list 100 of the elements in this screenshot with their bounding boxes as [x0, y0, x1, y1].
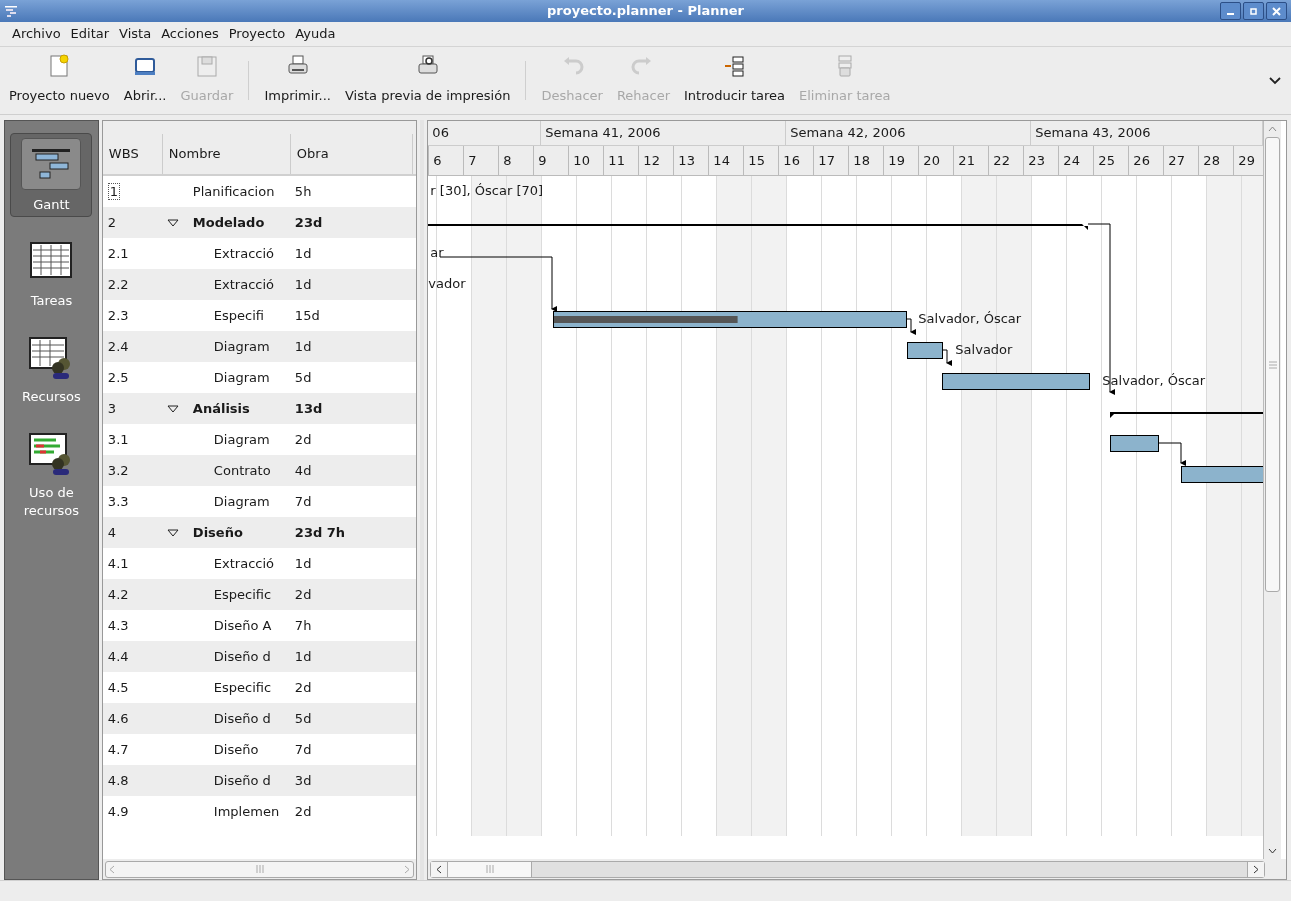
horizontal-scrollbar[interactable] [104, 860, 415, 878]
scroll-right-icon [404, 864, 411, 874]
wbs-cell: 2.5 [107, 369, 129, 385]
column-header[interactable]: Nombre [162, 134, 291, 174]
wbs-cell: 3 [107, 400, 117, 416]
task-name: Especific [213, 585, 272, 604]
expander-toggle[interactable] [166, 404, 179, 413]
day-header: 21 [954, 146, 990, 175]
window-title: proyecto.planner - Planner [547, 2, 744, 21]
menu-item[interactable]: Proyecto [224, 23, 290, 45]
work-cell-text: 13d [293, 399, 324, 418]
resource-label: Salvador [955, 341, 1013, 358]
menu-item[interactable]: Editar [66, 23, 114, 45]
day-header: 19 [884, 146, 920, 175]
wbs-cell: 4.6 [107, 710, 129, 726]
work-cell-text: 23d 7h [293, 523, 347, 542]
task-name: Especific [213, 678, 272, 697]
toolbar-button[interactable]: Imprimir... [257, 47, 338, 114]
menu-item[interactable]: Archivo [8, 23, 65, 45]
day-header: 25 [1094, 146, 1130, 175]
view-button[interactable]: Tareas [10, 231, 93, 313]
day-header: 17 [814, 146, 850, 175]
day-header: 26 [1129, 146, 1165, 175]
menu-item[interactable]: Acciones [157, 23, 223, 45]
wbs-cell: 2.4 [107, 338, 129, 354]
wbs-cell: 3.3 [107, 493, 129, 509]
week-header: Semana 42, 2006 [786, 121, 1032, 145]
scroll-grip-icon [1268, 360, 1277, 369]
resource-label: vador [428, 275, 466, 292]
task-name: Contrato [213, 461, 271, 480]
task-name: Extracció [213, 244, 275, 263]
work-cell-text: 1d [293, 337, 313, 356]
day-header: 12 [639, 146, 675, 175]
work-cell-text: 4d [293, 461, 313, 480]
work-cell-text: 5h [293, 182, 313, 201]
day-header: 6 [429, 146, 465, 175]
work-cell-text: 2d [293, 802, 313, 821]
task-name: Especifi [213, 306, 265, 325]
wbs-cell: 4 [107, 524, 117, 540]
work-cell-text: 5d [293, 709, 313, 728]
task-bar [1110, 435, 1160, 452]
task-name: Extracció [213, 275, 275, 294]
task-name: Diseño [213, 740, 259, 759]
maximize-button[interactable] [1243, 2, 1264, 20]
maximize-icon [1249, 6, 1258, 16]
work-cell-text: 1d [293, 554, 313, 573]
column-header[interactable]: Obra [290, 134, 413, 174]
menu-item[interactable]: Vista [115, 23, 156, 45]
day-header: 20 [919, 146, 955, 175]
vertical-scrollbar[interactable] [1263, 121, 1282, 859]
work-cell-text: 7d [293, 740, 313, 759]
wbs-cell: 2 [107, 214, 117, 230]
task-name: Diseño A [213, 616, 272, 635]
day-header: 24 [1059, 146, 1095, 175]
view-button[interactable]: Gantt [10, 133, 93, 217]
wbs-cell: 4.9 [107, 803, 129, 819]
task-name: Diseño d [213, 709, 271, 728]
task-name: Diagram [213, 368, 270, 387]
resource-label: Salvador, Óscar [918, 310, 1022, 327]
view-button[interactable]: Uso de recursos [10, 423, 93, 523]
task-bar [907, 342, 944, 359]
task-name: Implemen [213, 802, 280, 821]
day-header: 10 [569, 146, 605, 175]
minimize-button[interactable] [1220, 2, 1241, 20]
day-header: 16 [779, 146, 815, 175]
work-cell-text: 3d [293, 771, 313, 790]
expander-toggle[interactable] [166, 528, 179, 537]
wbs-cell: 1 [107, 182, 121, 200]
toolbar-button[interactable]: Introducir tarea [677, 47, 793, 114]
work-cell-text: 7d [293, 492, 313, 511]
task-name: Planificacion [192, 182, 275, 201]
work-cell-text: 15d [293, 306, 321, 325]
scroll-grip-icon [255, 865, 264, 873]
scroll-left-icon [436, 864, 443, 874]
task-name: Diseño d [213, 771, 271, 790]
toolbar-button[interactable]: Abrir... [116, 47, 174, 114]
menu-item[interactable]: Ayuda [291, 23, 340, 45]
task-name: Análisis [192, 399, 250, 418]
view-button[interactable]: Recursos [10, 327, 93, 409]
expanded-triangle-icon [166, 404, 179, 413]
column-header[interactable]: WBS [102, 134, 163, 174]
task-name: Diagram [213, 430, 270, 449]
horizontal-scrollbar[interactable] [430, 860, 1266, 878]
wbs-cell: 4.7 [107, 741, 129, 757]
wbs-cell: 3.2 [107, 462, 129, 478]
wbs-cell: 2.2 [107, 276, 129, 292]
scroll-thumb[interactable] [448, 861, 533, 877]
resource-label: r [30], Óscar [70] [430, 182, 544, 199]
chevron-down-icon [1269, 76, 1281, 85]
toolbar-button[interactable]: Proyecto nuevo [2, 47, 117, 114]
task-name: Diagram [213, 492, 270, 511]
dependency-arrow [941, 349, 953, 366]
scroll-thumb[interactable] [1265, 137, 1281, 592]
close-button[interactable] [1266, 2, 1287, 20]
resource-label: ar [430, 244, 444, 261]
toolbar-button[interactable]: Vista previa de impresión [337, 47, 518, 114]
expander-toggle[interactable] [166, 218, 179, 227]
task-name: Modelado [192, 213, 265, 232]
work-cell-text: 2d [293, 430, 313, 449]
task-name: Diseño d [213, 647, 271, 666]
